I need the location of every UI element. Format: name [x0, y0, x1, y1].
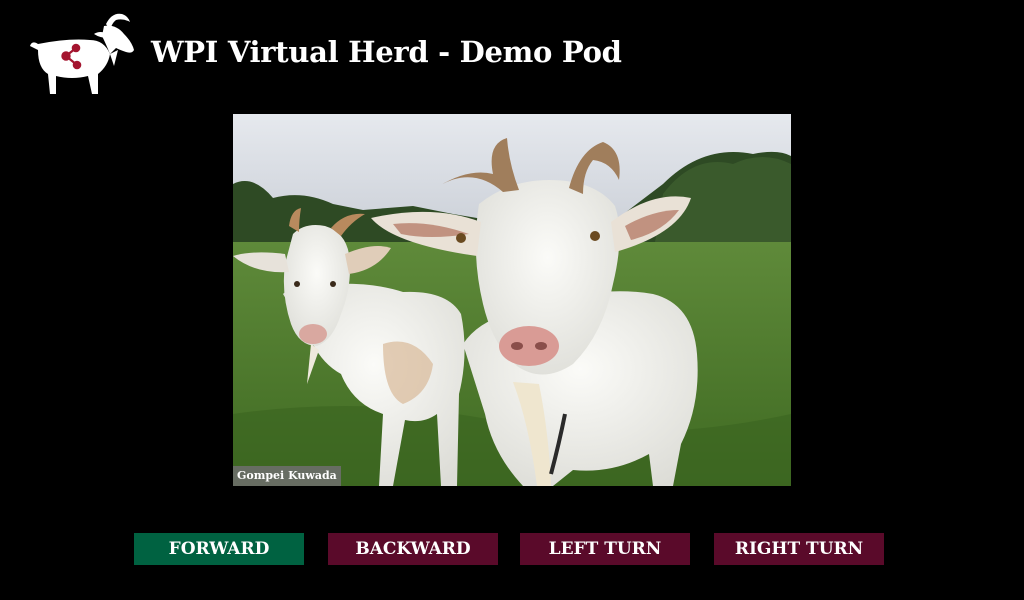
- right-turn-button[interactable]: RIGHT TURN: [714, 533, 884, 565]
- camera-feed: Gompei Kuwada: [233, 114, 791, 486]
- photo-caption: Gompei Kuwada: [233, 466, 341, 486]
- movement-controls: FORWARD BACKWARD LEFT TURN RIGHT TURN: [0, 533, 1024, 566]
- goats-photo: [233, 114, 791, 486]
- forward-button[interactable]: FORWARD: [134, 533, 304, 565]
- page-title: WPI Virtual Herd - Demo Pod: [151, 35, 622, 69]
- left-turn-button[interactable]: LEFT TURN: [520, 533, 690, 565]
- backward-button[interactable]: BACKWARD: [328, 533, 498, 565]
- header: WPI Virtual Herd - Demo Pod: [0, 0, 1024, 100]
- goat-logo: [28, 10, 136, 98]
- goat-icon: [30, 13, 134, 94]
